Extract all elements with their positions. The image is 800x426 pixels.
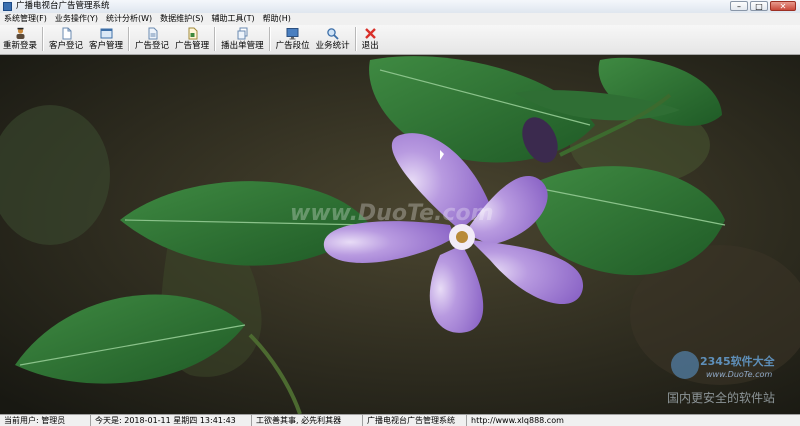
customer-manage-button[interactable]: 客户管理 [86, 25, 126, 53]
menu-tools[interactable]: 辅助工具(T) [207, 13, 258, 25]
document-icon [188, 27, 198, 40]
ad-slot-label: 广告段位 [275, 41, 310, 51]
relogin-label: 重新登录 [3, 41, 38, 51]
menu-system[interactable]: 系统管理(F) [0, 13, 51, 25]
watermark-brand: 2345软件大全 [700, 354, 776, 368]
window-icon [100, 28, 113, 39]
status-date-time: 今天是: 2018-01-11 星期四 13:41:43 [91, 415, 252, 426]
app-icon [3, 2, 12, 11]
broadcast-manage-button[interactable]: 播出单管理 [218, 25, 267, 53]
user-icon [16, 27, 24, 39]
status-system-name: 广播电视台广告管理系统 [363, 415, 467, 426]
relogin-button[interactable]: 重新登录 [0, 25, 40, 53]
status-bar: 当前用户: 管理员 今天是: 2018-01-11 星期四 13:41:43 工… [0, 414, 800, 426]
toolbar: 重新登录 客户登记 客户管理 广告登记 广告管理 播出单管理 广告段位 业务统计… [0, 25, 800, 55]
customer-register-button[interactable]: 客户登记 [46, 25, 86, 53]
exit-label: 退出 [361, 41, 379, 51]
menu-help[interactable]: 帮助(H) [259, 13, 295, 25]
ad-slot-button[interactable]: 广告段位 [273, 25, 313, 53]
watermark-brand-url: www.DuoTe.com [706, 370, 772, 379]
minimize-button[interactable]: – [730, 1, 748, 11]
status-url: http://www.xlq888.com [471, 416, 564, 425]
status-motto: 工欲善其事, 必先利其器 [252, 415, 363, 426]
toolbar-separator [354, 27, 357, 51]
menu-data-maintenance[interactable]: 数据维护(S) [156, 13, 207, 25]
menu-statistics[interactable]: 统计分析(W) [102, 13, 156, 25]
monitor-icon [286, 28, 299, 40]
toolbar-separator [268, 27, 271, 51]
document-icon [62, 27, 72, 40]
background-image-area: www.DuoTe.com 2345软件大全 www.DuoTe.com 国内更… [0, 55, 800, 414]
title-bar: 广播电视台广告管理系统 – □ ✕ [0, 0, 800, 14]
ad-register-button[interactable]: 广告登记 [132, 25, 172, 53]
ad-manage-label: 广告管理 [175, 41, 210, 51]
exit-button[interactable]: 退出 [359, 25, 382, 53]
window-title: 广播电视台广告管理系统 [16, 1, 110, 11]
business-stats-button[interactable]: 业务统计 [313, 25, 353, 53]
business-stats-label: 业务统计 [315, 41, 350, 51]
mouse-cursor-icon [440, 150, 444, 160]
maximize-button[interactable]: □ [750, 1, 768, 11]
menu-business[interactable]: 业务操作(Y) [51, 13, 102, 25]
brand-logo-icon [671, 351, 699, 379]
status-current-user: 当前用户: 管理员 [0, 415, 91, 426]
flower-background-image: www.DuoTe.com 2345软件大全 www.DuoTe.com 国内更… [0, 55, 800, 414]
magnifier-icon [327, 28, 339, 40]
ad-manage-button[interactable]: 广告管理 [172, 25, 212, 53]
close-button[interactable]: ✕ [770, 1, 796, 11]
watermark-center: www.DuoTe.com [290, 201, 494, 226]
close-x-icon [364, 28, 376, 39]
window-controls: – □ ✕ [730, 1, 796, 11]
broadcast-manage-label: 播出单管理 [221, 41, 264, 51]
toolbar-separator [128, 27, 131, 51]
toolbar-separator [42, 27, 45, 51]
ad-register-label: 广告登记 [135, 41, 170, 51]
document-icon [148, 27, 158, 40]
toolbar-separator [214, 27, 217, 51]
menu-bar: 系统管理(F) 业务操作(Y) 统计分析(W) 数据维护(S) 辅助工具(T) … [0, 13, 800, 25]
customer-register-label: 客户登记 [49, 41, 84, 51]
customer-manage-label: 客户管理 [89, 41, 124, 51]
copy-icon [237, 27, 248, 40]
watermark-slogan: 国内更安全的软件站 [667, 390, 775, 405]
